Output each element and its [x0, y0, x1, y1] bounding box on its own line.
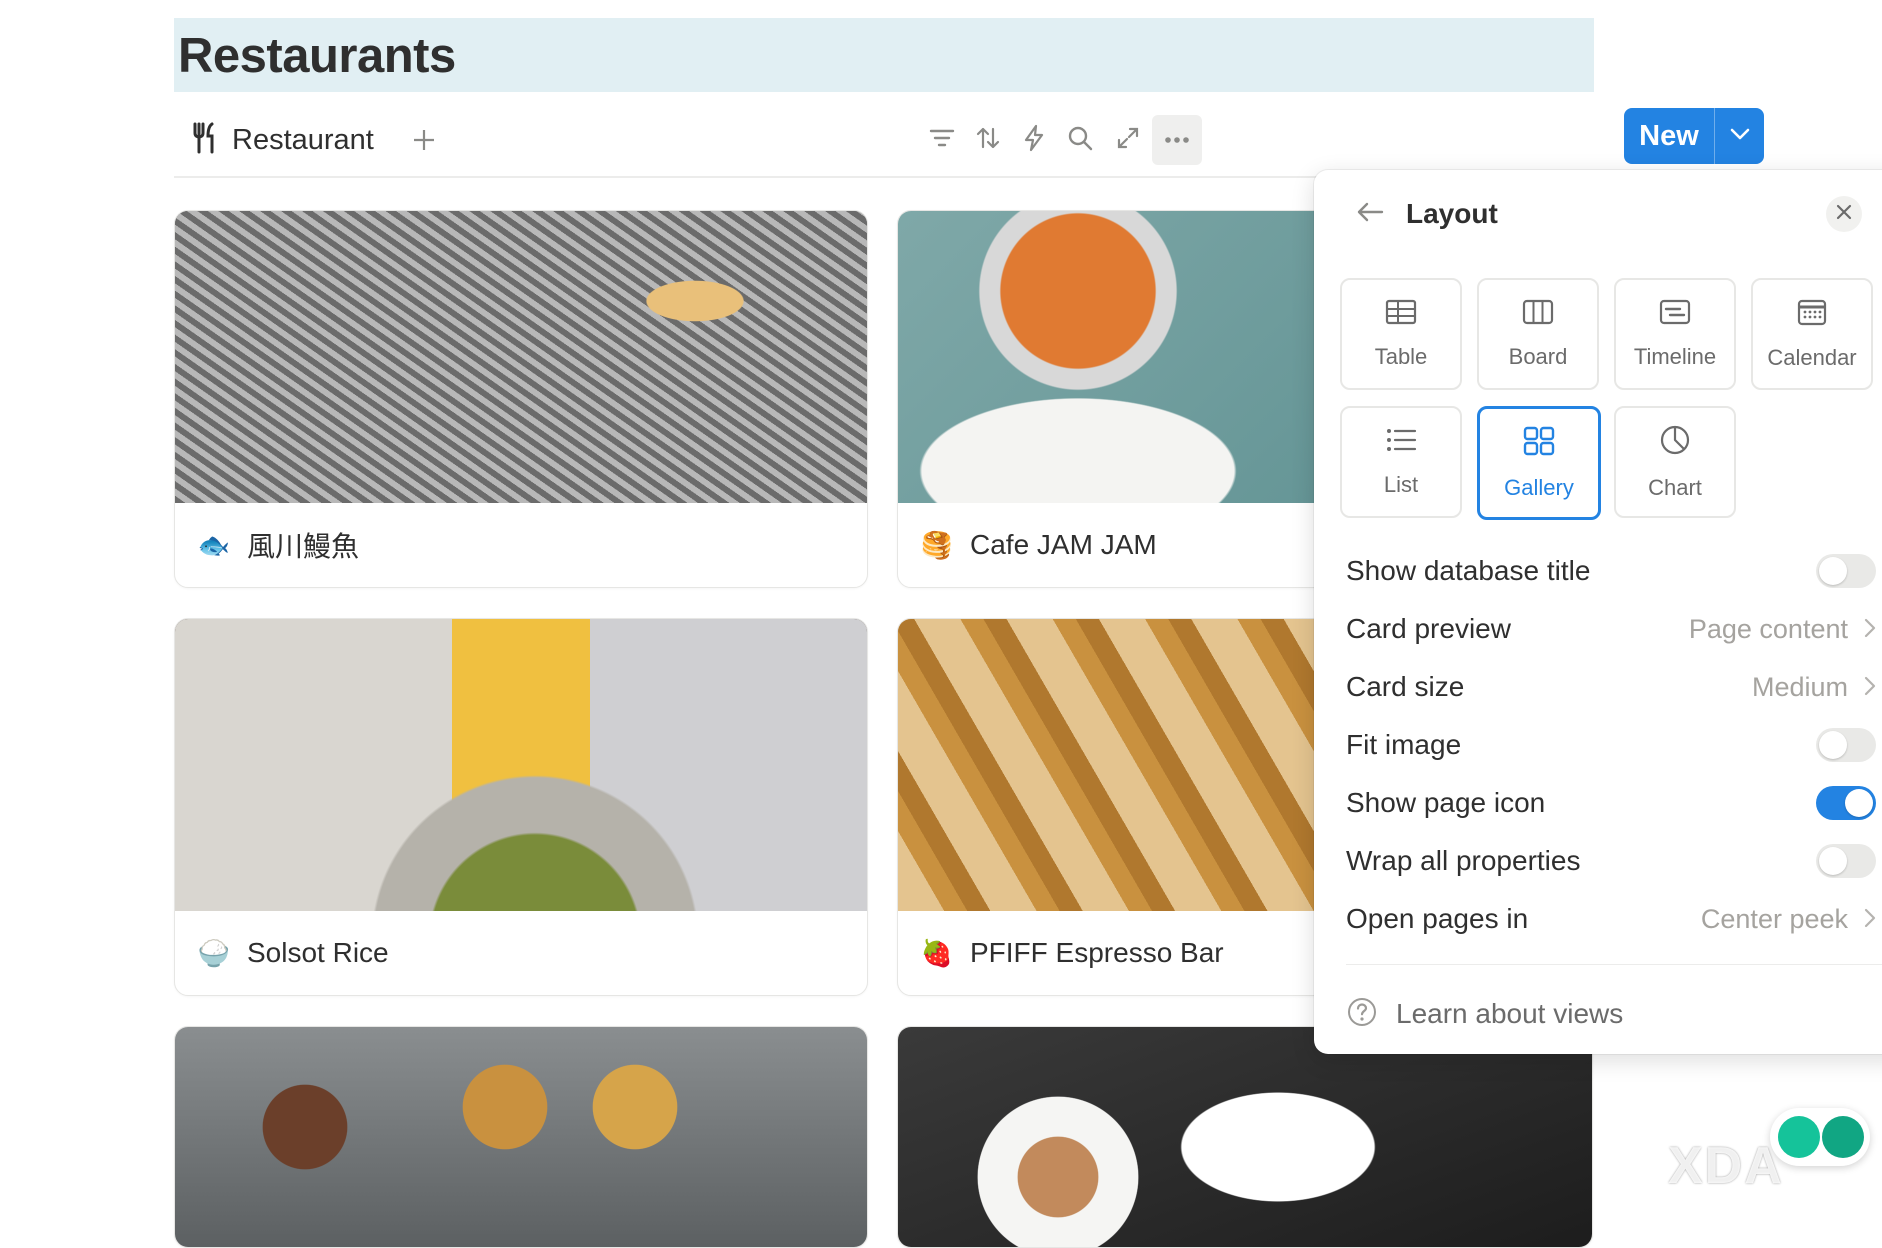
card-cover-image: [175, 1027, 867, 1247]
layout-option-label: Calendar: [1767, 344, 1857, 370]
card-title: Solsot Rice: [247, 937, 389, 968]
expand-icon: [1116, 126, 1140, 155]
grammarly-widget[interactable]: [1770, 1108, 1870, 1166]
setting-label: Show page icon: [1346, 787, 1546, 818]
layout-option-label: Timeline: [1633, 343, 1717, 369]
layout-option-table[interactable]: Table: [1340, 278, 1462, 390]
setting-show-database-title[interactable]: Show database title: [1346, 546, 1876, 596]
setting-card-preview[interactable]: Card preview Page content: [1346, 604, 1876, 654]
gallery-card[interactable]: 🐟 風川鰻魚: [174, 210, 868, 588]
wrap-all-properties-toggle[interactable]: [1816, 844, 1876, 878]
search-button[interactable]: [1058, 118, 1102, 162]
page-icon: 🍚: [197, 937, 231, 968]
show-page-icon-toggle[interactable]: [1816, 786, 1876, 820]
card-title: Cafe JAM JAM: [970, 529, 1157, 560]
layout-option-chart[interactable]: Chart: [1614, 406, 1736, 518]
chevron-down-icon: [1730, 127, 1750, 145]
learn-label: Learn about views: [1396, 998, 1624, 1029]
view-toolbar: Restaurant New: [174, 104, 1764, 178]
layout-option-label: Gallery: [1504, 474, 1574, 500]
filter-icon: [929, 128, 955, 153]
close-icon: [1836, 204, 1852, 225]
calendar-icon: [1797, 298, 1827, 331]
table-icon: [1385, 299, 1417, 330]
layout-option-label: Chart: [1648, 474, 1702, 500]
setting-label: Wrap all properties: [1346, 845, 1581, 876]
automation-button[interactable]: [1012, 118, 1056, 162]
grammarly-icon: [1822, 1116, 1864, 1158]
gallery-icon: [1523, 426, 1555, 461]
setting-value: Medium: [1751, 671, 1848, 702]
new-button[interactable]: New: [1624, 108, 1714, 164]
setting-fit-image[interactable]: Fit image: [1346, 720, 1876, 770]
help-icon: [1346, 996, 1378, 1033]
filter-button[interactable]: [920, 118, 964, 162]
add-view-button[interactable]: [402, 118, 446, 162]
timeline-icon: [1659, 299, 1691, 330]
page-title[interactable]: Restaurants: [178, 28, 456, 84]
sort-icon: [975, 125, 1001, 156]
setting-label: Fit image: [1346, 729, 1462, 760]
setting-card-size[interactable]: Card size Medium: [1346, 662, 1876, 712]
board-icon: [1522, 299, 1554, 330]
layout-panel: Layout Table Board Timeline Calendar Lis…: [1314, 170, 1882, 1054]
arrow-left-icon: [1356, 201, 1384, 228]
page-icon: 🐟: [197, 529, 231, 560]
layout-option-label: List: [1383, 471, 1419, 497]
plus-icon: [1778, 1116, 1820, 1158]
gallery-card[interactable]: 🍚 Solsot Rice: [174, 618, 868, 996]
panel-divider: [1346, 964, 1882, 965]
gallery-card[interactable]: [897, 1026, 1593, 1248]
layout-option-gallery[interactable]: Gallery: [1477, 406, 1601, 520]
layout-option-timeline[interactable]: Timeline: [1614, 278, 1736, 390]
chevron-right-icon: [1864, 672, 1876, 703]
learn-about-views-link[interactable]: Learn about views: [1346, 992, 1623, 1036]
card-cover-image: [898, 1027, 1592, 1247]
chevron-right-icon: [1864, 614, 1876, 645]
setting-label: Open pages in: [1346, 903, 1529, 934]
setting-open-pages-in[interactable]: Open pages in Center peek: [1346, 894, 1876, 944]
show-database-title-toggle[interactable]: [1816, 554, 1876, 588]
chevron-right-icon: [1864, 904, 1876, 935]
database-title-bar: Restaurants: [174, 18, 1594, 92]
view-tab-restaurant[interactable]: Restaurant: [192, 116, 374, 164]
lightning-icon: [1023, 124, 1045, 157]
setting-label: Show database title: [1346, 555, 1591, 586]
page-icon: 🍓: [920, 937, 954, 968]
layout-option-list[interactable]: List: [1340, 406, 1462, 518]
page-icon: 🥞: [920, 529, 954, 560]
back-button[interactable]: [1348, 192, 1392, 236]
fork-knife-icon: [192, 122, 218, 159]
view-tab-label: Restaurant: [232, 123, 374, 156]
card-cover-image: [175, 211, 867, 503]
setting-wrap-all-properties[interactable]: Wrap all properties: [1346, 836, 1876, 886]
more-icon: [1164, 131, 1190, 149]
card-title: 風川鰻魚: [247, 531, 360, 562]
list-icon: [1385, 427, 1417, 458]
panel-title: Layout: [1406, 198, 1498, 229]
layout-option-calendar[interactable]: Calendar: [1751, 278, 1873, 390]
card-cover-image: [175, 619, 867, 911]
setting-label: Card preview: [1346, 613, 1511, 644]
fit-image-toggle[interactable]: [1816, 728, 1876, 762]
chart-icon: [1659, 424, 1691, 461]
setting-value: Page content: [1688, 613, 1848, 644]
more-options-button[interactable]: [1152, 115, 1202, 165]
gallery-card[interactable]: [174, 1026, 868, 1248]
watermark-logo: XDA: [1668, 1137, 1784, 1195]
setting-show-page-icon[interactable]: Show page icon: [1346, 778, 1876, 828]
card-title: PFIFF Espresso Bar: [970, 937, 1224, 968]
setting-value: Center peek: [1700, 903, 1848, 934]
layout-option-board[interactable]: Board: [1477, 278, 1599, 390]
sort-button[interactable]: [966, 118, 1010, 162]
new-button-group: New: [1624, 108, 1764, 164]
new-dropdown-button[interactable]: [1715, 108, 1764, 164]
expand-button[interactable]: [1106, 118, 1150, 162]
layout-option-label: Table: [1374, 343, 1428, 369]
setting-label: Card size: [1346, 671, 1465, 702]
close-button[interactable]: [1826, 196, 1862, 232]
layout-option-label: Board: [1508, 343, 1568, 369]
search-icon: [1067, 125, 1093, 156]
